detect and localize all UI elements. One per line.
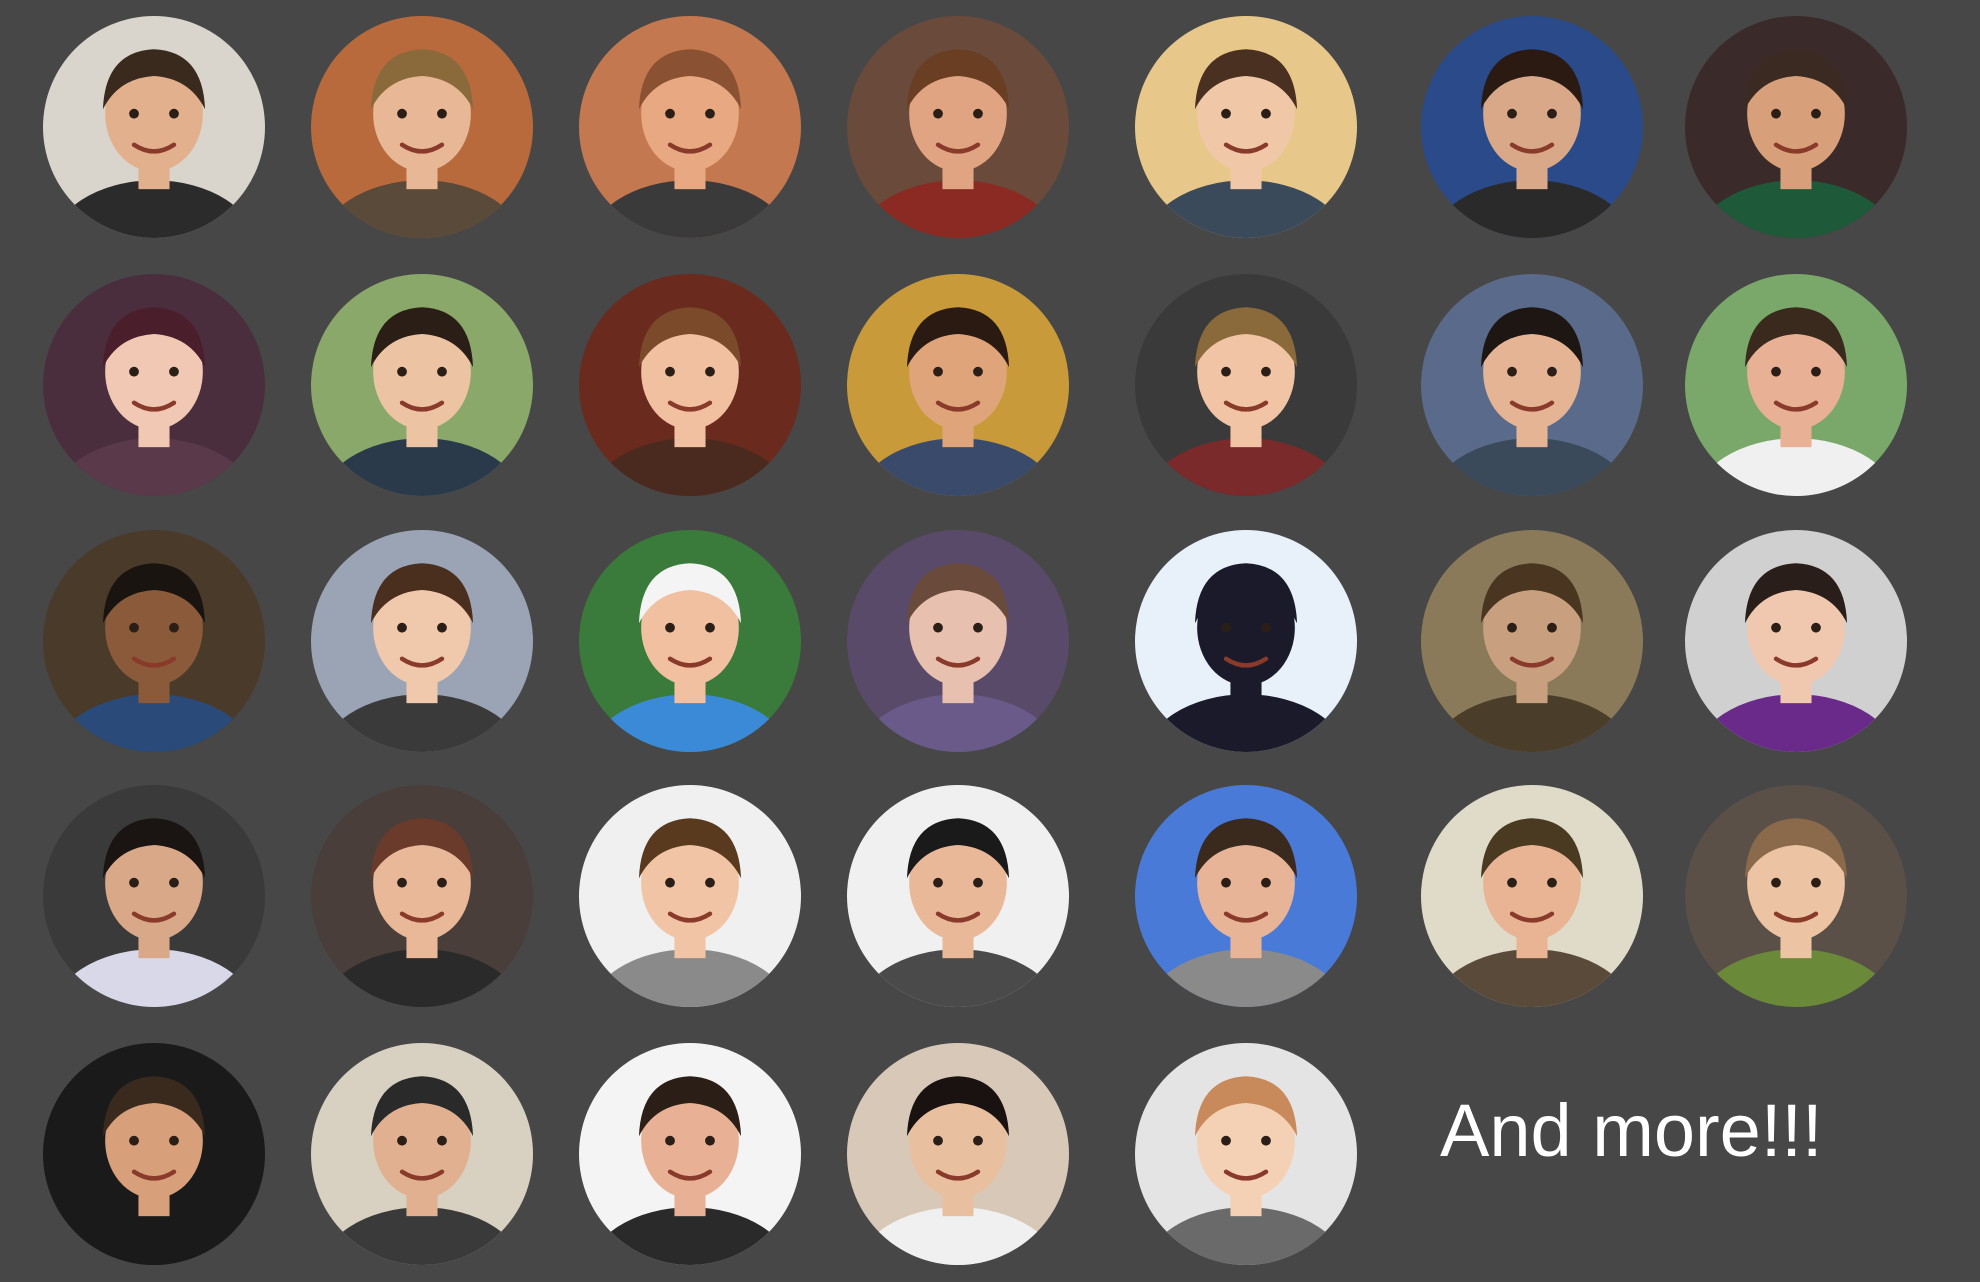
avatar-portrait	[311, 16, 533, 238]
avatar-portrait	[43, 785, 265, 1007]
contributor-avatar	[1135, 1043, 1357, 1265]
avatar-portrait	[1135, 1043, 1357, 1265]
contributor-avatar	[579, 16, 801, 238]
avatar-portrait	[1135, 274, 1357, 496]
contributor-avatar	[43, 1043, 265, 1265]
contributor-avatar	[311, 1043, 533, 1265]
avatar-portrait	[1685, 785, 1907, 1007]
contributor-avatar	[579, 530, 801, 752]
avatar-portrait	[1135, 530, 1357, 752]
avatar-portrait	[847, 785, 1069, 1007]
contributor-avatar	[43, 530, 265, 752]
contributor-avatar	[1135, 530, 1357, 752]
avatar-portrait	[43, 16, 265, 238]
contributor-avatar	[1135, 16, 1357, 238]
contributor-avatar	[43, 785, 265, 1007]
contributor-avatar	[847, 785, 1069, 1007]
contributor-avatar	[1135, 274, 1357, 496]
avatar-portrait	[311, 1043, 533, 1265]
avatar-portrait	[1421, 530, 1643, 752]
avatar-portrait	[847, 16, 1069, 238]
avatar-portrait	[43, 530, 265, 752]
contributor-avatar	[579, 1043, 801, 1265]
contributor-avatar	[311, 785, 533, 1007]
avatar-portrait	[1685, 16, 1907, 238]
contributor-avatar	[579, 274, 801, 496]
avatar-portrait	[579, 530, 801, 752]
contributor-avatar	[43, 16, 265, 238]
contributor-avatar	[1421, 530, 1643, 752]
avatar-portrait	[847, 274, 1069, 496]
contributor-avatar	[1685, 785, 1907, 1007]
avatar-portrait	[1135, 16, 1357, 238]
contributor-avatar	[1421, 274, 1643, 496]
contributors-collage: And more!!!	[0, 0, 1980, 1282]
contributor-avatar	[1685, 16, 1907, 238]
and-more-text: And more!!!	[1440, 1089, 1823, 1172]
avatar-portrait	[1685, 274, 1907, 496]
avatar-portrait	[43, 274, 265, 496]
contributor-avatar	[1135, 785, 1357, 1007]
contributor-avatar	[847, 530, 1069, 752]
contributor-avatar	[311, 16, 533, 238]
contributor-avatar	[579, 785, 801, 1007]
avatar-portrait	[579, 16, 801, 238]
avatar-portrait	[311, 785, 533, 1007]
avatar-portrait	[579, 1043, 801, 1265]
avatar-portrait	[311, 530, 533, 752]
avatar-portrait	[43, 1043, 265, 1265]
contributor-avatar	[1421, 16, 1643, 238]
avatar-portrait	[1421, 274, 1643, 496]
contributor-avatar	[847, 16, 1069, 238]
avatar-portrait	[579, 274, 801, 496]
avatar-portrait	[1685, 530, 1907, 752]
contributor-avatar	[1685, 530, 1907, 752]
contributor-avatar	[1421, 785, 1643, 1007]
avatar-portrait	[1421, 16, 1643, 238]
contributor-avatar	[1685, 274, 1907, 496]
contributor-avatar	[847, 1043, 1069, 1265]
contributor-avatar	[43, 274, 265, 496]
contributor-avatar	[847, 274, 1069, 496]
avatar-portrait	[1421, 785, 1643, 1007]
avatar-portrait	[579, 785, 801, 1007]
avatar-portrait	[847, 530, 1069, 752]
avatar-portrait	[847, 1043, 1069, 1265]
contributor-avatar	[311, 530, 533, 752]
avatar-portrait	[311, 274, 533, 496]
avatar-portrait	[1135, 785, 1357, 1007]
contributor-avatar	[311, 274, 533, 496]
